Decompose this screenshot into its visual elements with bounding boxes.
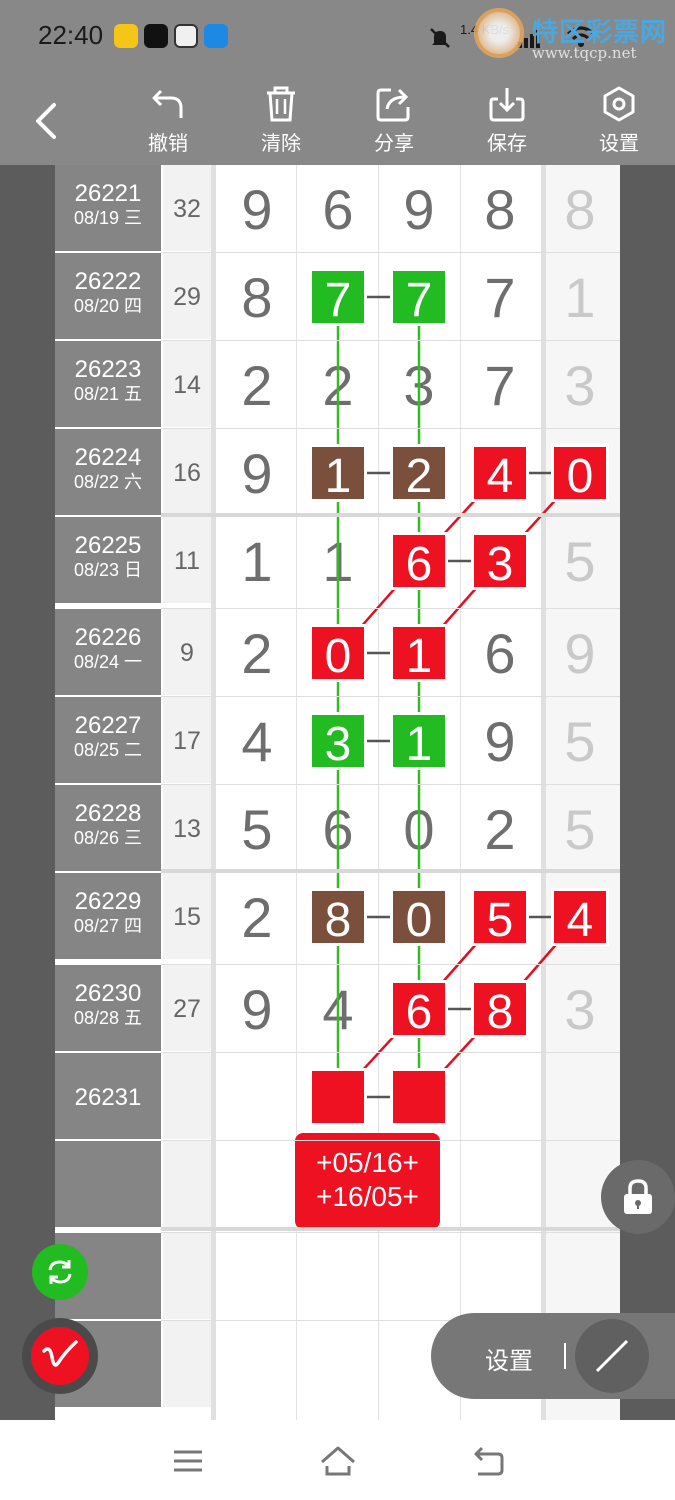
marked-digit-box[interactable]: 0 bbox=[390, 888, 448, 947]
marked-digit-box[interactable]: 1 bbox=[309, 444, 367, 503]
grid-horizontal-line bbox=[161, 428, 620, 429]
grid-horizontal-line bbox=[161, 869, 620, 873]
settings-button[interactable]: 设置 bbox=[579, 85, 659, 160]
lock-icon bbox=[624, 1179, 652, 1214]
app-notification-icon bbox=[114, 24, 138, 48]
marked-digit-box[interactable]: 8 bbox=[471, 980, 529, 1039]
marked-digit-box[interactable]: 3 bbox=[471, 532, 529, 591]
prediction-line-1: +05/16+ bbox=[316, 1147, 419, 1178]
issue-separator bbox=[55, 515, 161, 517]
home-icon[interactable] bbox=[318, 1444, 358, 1478]
issue-separator bbox=[55, 1231, 161, 1233]
status-time: 22:40 bbox=[38, 20, 104, 50]
grid-horizontal-line bbox=[161, 608, 620, 609]
undo-label: 撤销 bbox=[148, 133, 188, 155]
left-margin bbox=[0, 165, 55, 1420]
tiktok-icon bbox=[144, 24, 168, 48]
line-tool-button[interactable] bbox=[575, 1319, 649, 1393]
grid-horizontal-line bbox=[161, 784, 620, 785]
menu-icon[interactable] bbox=[168, 1444, 208, 1478]
watermark-logo bbox=[474, 8, 524, 58]
marked-digit-box[interactable]: 5 bbox=[471, 888, 529, 947]
marked-digit-box[interactable]: 1 bbox=[390, 712, 448, 771]
marked-digit-box[interactable]: 0 bbox=[309, 624, 367, 683]
mute-icon bbox=[430, 28, 450, 48]
share-icon bbox=[376, 88, 410, 122]
app-screen: 22:40 1.4 KB/s 特区彩票网 www.tqcp.net bbox=[0, 0, 675, 1500]
undo-icon bbox=[152, 89, 183, 118]
grid-horizontal-line bbox=[161, 1232, 620, 1233]
issue-separator bbox=[55, 783, 161, 785]
grid-horizontal-line bbox=[161, 340, 620, 341]
refresh-icon bbox=[48, 1260, 72, 1284]
refresh-button[interactable] bbox=[32, 1244, 88, 1300]
back-arrow-icon[interactable] bbox=[26, 99, 66, 143]
marked-digit-box[interactable]: 1 bbox=[390, 624, 448, 683]
grid-horizontal-line bbox=[161, 252, 620, 253]
back-icon[interactable] bbox=[468, 1444, 508, 1478]
settings-label: 设置 bbox=[599, 133, 639, 155]
marked-digit-box[interactable]: 4 bbox=[471, 444, 529, 503]
avatar-notification-icon bbox=[174, 24, 198, 48]
marked-digit-box[interactable]: 3 bbox=[309, 712, 367, 771]
marked-digit-box[interactable]: 8 bbox=[309, 888, 367, 947]
grid-horizontal-line bbox=[161, 696, 620, 697]
grid-horizontal-line bbox=[161, 513, 620, 517]
grid-horizontal-line bbox=[161, 964, 620, 965]
grid-horizontal-line bbox=[161, 1227, 620, 1231]
gear-icon bbox=[603, 86, 635, 122]
issue-separator bbox=[55, 607, 161, 609]
trend-chart-grid[interactable]: 2622108/19 三32969882622208/20 四298777126… bbox=[55, 165, 620, 1420]
line-tool-icon bbox=[595, 1339, 629, 1373]
marked-digit-box[interactable]: 7 bbox=[309, 268, 367, 327]
draw-settings-panel[interactable]: 设置 bbox=[431, 1313, 675, 1399]
save-label: 保存 bbox=[487, 133, 527, 155]
prediction-line-2: +16/05+ bbox=[316, 1181, 419, 1212]
issue-separator bbox=[55, 1051, 161, 1053]
issue-separator bbox=[55, 427, 161, 429]
trash-icon bbox=[267, 86, 295, 122]
issue-separator bbox=[55, 963, 161, 965]
clear-button[interactable]: 清除 bbox=[241, 85, 321, 160]
save-button[interactable]: 保存 bbox=[467, 85, 547, 160]
marked-digit-box[interactable]: 2 bbox=[390, 444, 448, 503]
download-icon bbox=[489, 88, 525, 122]
system-nav-bar bbox=[0, 1420, 675, 1500]
marked-digit-box[interactable]: 0 bbox=[551, 444, 609, 503]
clear-label: 清除 bbox=[261, 133, 301, 155]
status-bar: 22:40 1.4 KB/s 特区彩票网 www.tqcp.net bbox=[0, 0, 675, 75]
app-notification-icon-2 bbox=[204, 24, 228, 48]
grid-horizontal-line bbox=[161, 1052, 620, 1053]
marked-digit-box[interactable] bbox=[309, 1068, 367, 1126]
marked-digit-box[interactable]: 6 bbox=[390, 980, 448, 1039]
watermark-site-url: www.tqcp.net bbox=[532, 44, 637, 62]
issue-separator bbox=[55, 871, 161, 873]
pen-tool-inner bbox=[31, 1327, 89, 1385]
issue-separator bbox=[55, 1139, 161, 1141]
issue-separator bbox=[55, 339, 161, 341]
issue-separator bbox=[55, 695, 161, 697]
prediction-box[interactable]: +05/16+ +16/05+ bbox=[295, 1133, 440, 1229]
marked-digit-box[interactable]: 4 bbox=[551, 888, 609, 947]
pill-divider bbox=[564, 1343, 566, 1369]
pen-stroke-icon bbox=[42, 1340, 78, 1367]
lock-button[interactable] bbox=[601, 1160, 675, 1234]
draw-settings-label[interactable]: 设置 bbox=[485, 1341, 533, 1376]
issue-separator bbox=[55, 251, 161, 253]
pen-tool-button[interactable] bbox=[22, 1318, 98, 1394]
toolbar: 撤销 清除 分享 保存 设置 bbox=[0, 75, 675, 165]
grid-horizontal-line bbox=[161, 1140, 620, 1141]
marked-digit-box[interactable]: 6 bbox=[390, 532, 448, 591]
marked-digit-box[interactable] bbox=[390, 1068, 448, 1126]
undo-button[interactable]: 撤销 bbox=[128, 85, 208, 160]
share-button[interactable]: 分享 bbox=[354, 85, 434, 160]
share-label: 分享 bbox=[374, 133, 414, 155]
marked-digit-box[interactable]: 7 bbox=[390, 268, 448, 327]
